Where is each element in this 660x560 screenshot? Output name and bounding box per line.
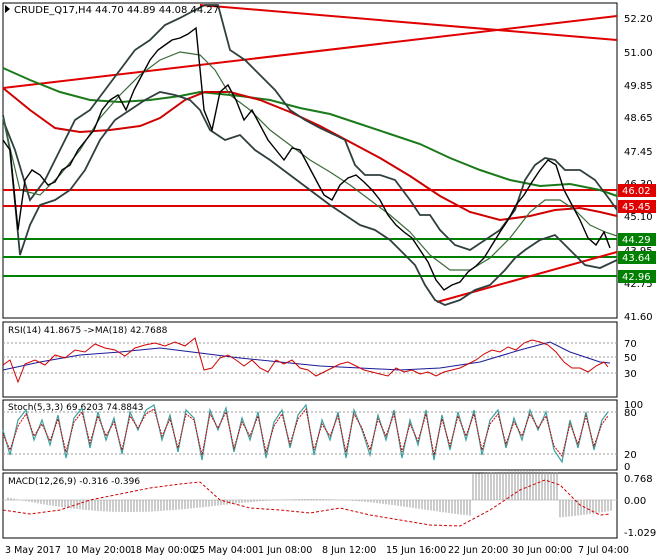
svg-text:47.45: 47.45 [624,147,653,158]
svg-text:CRUDE_Q17,H4 44.70 44.89 44.0: CRUDE_Q17,H4 44.70 44.89 44.08 44.27 [14,5,219,16]
svg-text:80: 80 [624,408,637,419]
svg-text:0.00: 0.00 [624,496,646,507]
level-label-resistance-2: 45.45 [618,200,656,213]
level-label-support-2: 43.64 [618,251,656,264]
rsi-axis: 70 50 30 [624,339,637,380]
svg-text:48.65: 48.65 [624,113,653,124]
svg-text:45.10: 45.10 [624,212,653,223]
svg-text:41.60: 41.60 [624,312,653,323]
macd-axis: 0.768 0.00 -1.029 [624,474,656,539]
svg-text:25 May 04:00: 25 May 04:00 [193,545,258,556]
svg-text:20: 20 [624,450,637,461]
svg-text:30: 30 [624,369,637,380]
svg-text:22 Jun 20:00: 22 Jun 20:00 [448,545,508,556]
svg-text:51.00: 51.00 [624,48,653,59]
svg-text:42.96: 42.96 [622,272,651,283]
svg-text:3 May 2017: 3 May 2017 [5,545,61,556]
stoch-axis: 100 80 20 0 [624,400,643,473]
svg-text:45.45: 45.45 [622,202,651,213]
x-axis: 3 May 2017 10 May 20:00 18 May 00:00 25 … [3,537,629,556]
level-label-support-3: 42.96 [618,270,656,283]
svg-text:0.768: 0.768 [624,474,653,485]
svg-text:18 May 00:00: 18 May 00:00 [130,545,195,556]
svg-text:46.02: 46.02 [622,186,651,197]
svg-text:30 Jun 00:00: 30 Jun 00:00 [512,545,572,556]
svg-text:1 Jun 08:00: 1 Jun 08:00 [258,545,312,556]
svg-text:52.20: 52.20 [624,14,653,25]
svg-text:44.29: 44.29 [622,235,651,246]
rsi-label: RSI(14) 41.8675 ->MA(18) 42.7688 [8,326,168,336]
svg-text:8 Jun 12:00: 8 Jun 12:00 [322,545,376,556]
macd-label: MACD(12,26,9) -0.316 -0.396 [8,477,140,487]
svg-text:49.85: 49.85 [624,81,653,92]
svg-text:15 Jun 16:00: 15 Jun 16:00 [386,545,446,556]
level-label-support-1: 44.29 [618,233,656,246]
level-label-resistance-1: 46.02 [618,184,656,197]
symbol-label: CRUDE_Q17,H4 44.70 44.89 44.08 44.27 [5,5,219,16]
svg-text:0: 0 [624,462,630,473]
trading-chart[interactable]: 52.20 51.00 49.85 48.65 47.45 46.30 45.1… [0,0,660,560]
svg-text:43.64: 43.64 [622,253,651,264]
svg-text:10 May 20:00: 10 May 20:00 [66,545,131,556]
svg-text:50: 50 [624,353,637,364]
svg-text:-1.029: -1.029 [624,528,656,539]
svg-text:70: 70 [624,339,637,350]
stoch-label: Stoch(5,3,3) 69.6203 74.8843 [8,403,143,413]
svg-text:7 Jul 04:00: 7 Jul 04:00 [578,545,629,556]
